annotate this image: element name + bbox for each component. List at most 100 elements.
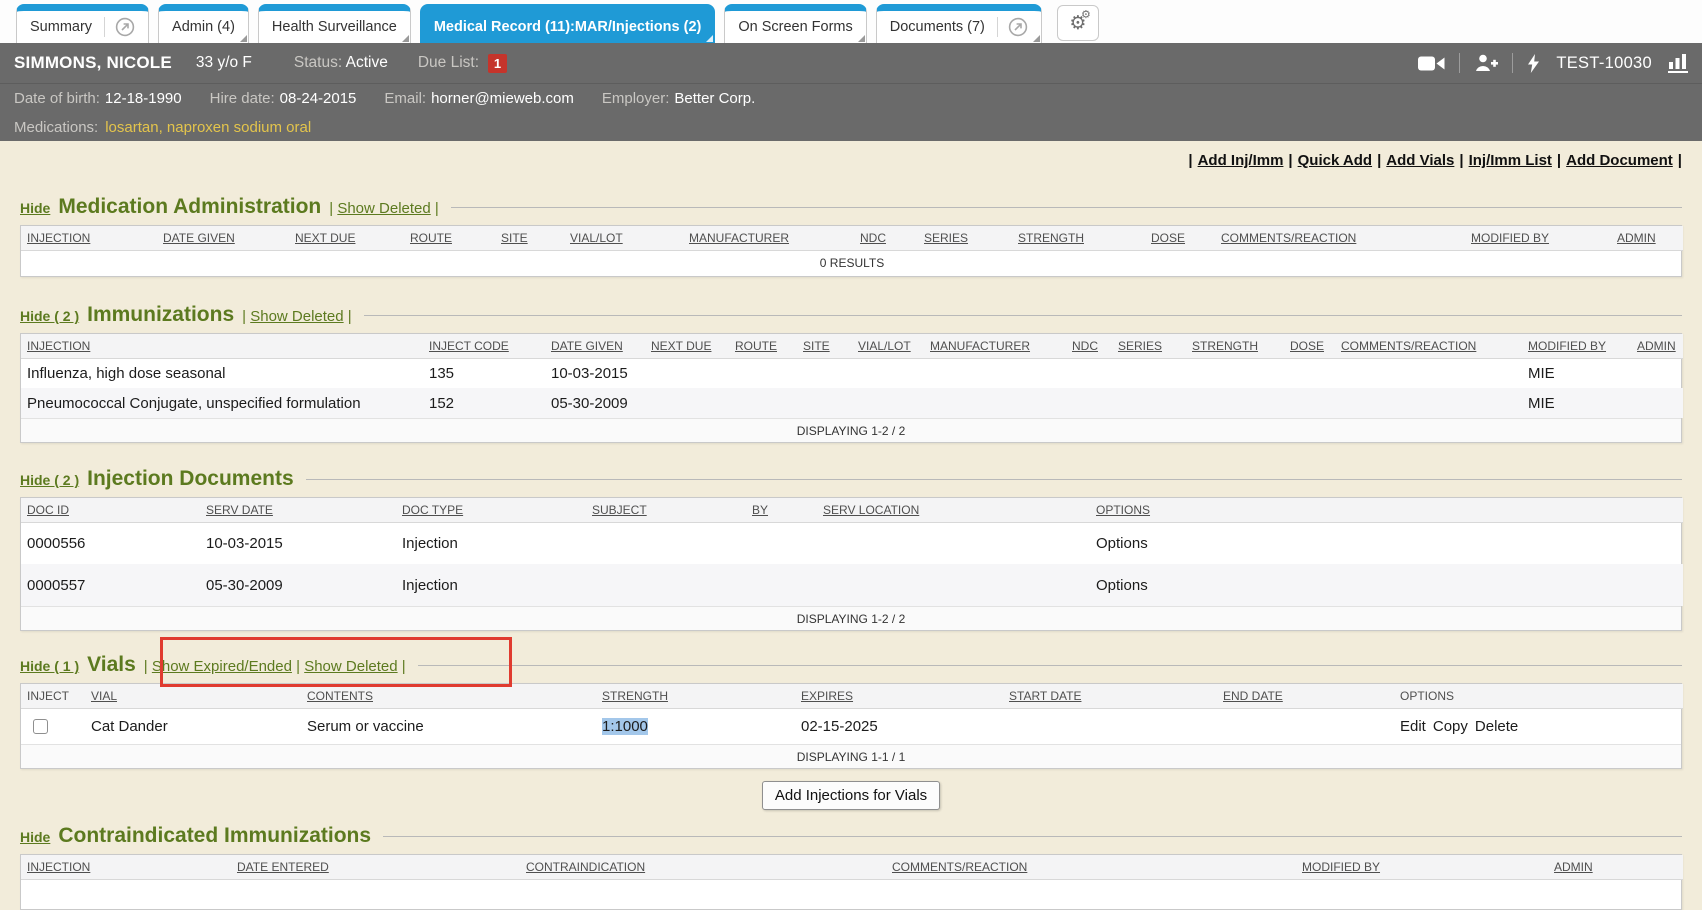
table-row	[21, 879, 1683, 909]
show-deleted-link[interactable]: Show Deleted	[304, 658, 397, 675]
vials-table-panel: INJECT VIAL CONTENTS STRENGTH EXPIRES ST…	[20, 683, 1682, 769]
column-header[interactable]: SERIES	[1112, 334, 1186, 358]
column-header[interactable]: STRENGTH	[1186, 334, 1284, 358]
column-header[interactable]: STRENGTH	[1012, 226, 1145, 250]
column-header[interactable]: MANUFACTURER	[924, 334, 1066, 358]
column-header[interactable]: EXPIRES	[795, 684, 1003, 708]
column-header[interactable]: VIAL	[85, 684, 301, 708]
hide-link[interactable]: Hide ( 2 )	[20, 308, 79, 324]
show-deleted-link[interactable]: Show Deleted	[337, 200, 430, 217]
separator: |	[402, 658, 406, 675]
column-header[interactable]: SERV DATE	[200, 498, 396, 522]
tab-menu-fold-icon[interactable]	[706, 35, 713, 42]
column-header[interactable]: INJECTION	[21, 334, 423, 358]
column-header[interactable]: ADMIN	[1611, 226, 1683, 250]
tab-medical-record[interactable]: Medical Record (11):MAR/Injections (2)	[420, 4, 716, 43]
due-list-count-badge[interactable]: 1	[488, 54, 507, 73]
column-header[interactable]: MODIFIED BY	[1296, 855, 1548, 879]
column-header[interactable]: ROUTE	[729, 334, 797, 358]
column-header[interactable]: VIAL/LOT	[852, 334, 924, 358]
tab-divider	[104, 17, 105, 37]
column-header[interactable]: NDC	[1066, 334, 1112, 358]
column-header[interactable]: CONTENTS	[301, 684, 596, 708]
column-header[interactable]: ADMIN	[1631, 334, 1683, 358]
column-header[interactable]: CONTRAINDICATION	[520, 855, 886, 879]
show-expired-ended-link[interactable]: Show Expired/Ended	[152, 658, 292, 675]
lightning-icon[interactable]	[1527, 54, 1540, 73]
delete-link[interactable]: Delete	[1475, 718, 1518, 735]
video-camera-icon[interactable]	[1418, 55, 1445, 72]
column-header[interactable]: END DATE	[1217, 684, 1394, 708]
column-header[interactable]: NDC	[854, 226, 918, 250]
options-menu[interactable]: Options	[1090, 522, 1683, 564]
section-title: Vials	[87, 653, 136, 677]
column-header[interactable]: INJECT CODE	[423, 334, 545, 358]
tab-menu-fold-icon[interactable]	[858, 35, 865, 42]
tab-summary[interactable]: Summary	[16, 4, 149, 43]
column-header[interactable]: INJECTION	[21, 226, 157, 250]
column-header[interactable]: VIAL/LOT	[564, 226, 683, 250]
column-header[interactable]: COMMENTS/REACTION	[1335, 334, 1522, 358]
column-header[interactable]: COMMENTS/REACTION	[886, 855, 1296, 879]
doc-id-cell[interactable]: 0000556	[21, 522, 200, 564]
open-record-icon[interactable]	[115, 17, 135, 37]
column-header[interactable]: SITE	[495, 226, 564, 250]
column-header[interactable]: ADMIN	[1548, 855, 1683, 879]
bar-chart-icon[interactable]	[1668, 54, 1688, 73]
column-header[interactable]: STRENGTH	[596, 684, 795, 708]
separator: |	[1288, 152, 1292, 169]
column-header[interactable]: DOC ID	[21, 498, 200, 522]
column-header[interactable]: MANUFACTURER	[683, 226, 854, 250]
column-header[interactable]: DOSE	[1284, 334, 1335, 358]
hide-link[interactable]: Hide ( 2 )	[20, 472, 79, 488]
hide-link[interactable]: Hide	[20, 829, 50, 845]
hide-link[interactable]: Hide	[20, 200, 50, 216]
column-header[interactable]: DATE ENTERED	[231, 855, 520, 879]
tab-documents[interactable]: Documents (7)	[876, 4, 1042, 43]
show-deleted-link[interactable]: Show Deleted	[250, 308, 343, 325]
column-header[interactable]: DATE GIVEN	[545, 334, 645, 358]
quick-links-bar: |Add Inj/Imm|Quick Add|Add Vials|Inj/Imm…	[0, 152, 1684, 169]
column-header[interactable]: DATE GIVEN	[157, 226, 289, 250]
separator: |	[1188, 152, 1192, 169]
column-header[interactable]: DOC TYPE	[396, 498, 586, 522]
tab-on-screen-forms[interactable]: On Screen Forms	[724, 4, 866, 43]
copy-link[interactable]: Copy	[1433, 718, 1468, 735]
column-header[interactable]: NEXT DUE	[289, 226, 404, 250]
medications-value[interactable]: losartan, naproxen sodium oral	[105, 119, 311, 136]
column-header[interactable]: DOSE	[1145, 226, 1215, 250]
column-header[interactable]: INJECTION	[21, 855, 231, 879]
tab-menu-fold-icon[interactable]	[402, 35, 409, 42]
options-menu[interactable]: Options	[1090, 564, 1683, 606]
column-header[interactable]: SUBJECT	[586, 498, 746, 522]
column-header[interactable]: MODIFIED BY	[1465, 226, 1611, 250]
inj-imm-list-link[interactable]: Inj/Imm List	[1469, 152, 1552, 169]
column-header[interactable]: START DATE	[1003, 684, 1217, 708]
column-header[interactable]: SERIES	[918, 226, 1012, 250]
tab-menu-fold-icon[interactable]	[240, 35, 247, 42]
column-header[interactable]: SITE	[797, 334, 852, 358]
open-record-icon[interactable]	[1008, 17, 1028, 37]
column-header[interactable]: BY	[746, 498, 817, 522]
column-header: INJECT	[21, 684, 85, 708]
doc-id-cell[interactable]: 0000557	[21, 564, 200, 606]
column-header[interactable]: NEXT DUE	[645, 334, 729, 358]
quick-add-link[interactable]: Quick Add	[1298, 152, 1372, 169]
settings-button[interactable]: ⚙ ⚙	[1057, 5, 1099, 41]
column-header[interactable]: ROUTE	[404, 226, 495, 250]
vial-select-checkbox[interactable]	[33, 719, 48, 734]
add-document-link[interactable]: Add Document	[1566, 152, 1673, 169]
tab-menu-fold-icon[interactable]	[1033, 35, 1040, 42]
edit-link[interactable]: Edit	[1400, 718, 1426, 735]
tab-health-surveillance[interactable]: Health Surveillance	[258, 4, 411, 43]
column-header[interactable]: OPTIONS	[1090, 498, 1683, 522]
tab-admin[interactable]: Admin (4)	[158, 4, 249, 43]
hide-link[interactable]: Hide ( 1 )	[20, 658, 79, 674]
add-person-icon[interactable]	[1474, 54, 1498, 72]
column-header[interactable]: SERV LOCATION	[817, 498, 1090, 522]
column-header[interactable]: MODIFIED BY	[1522, 334, 1631, 358]
column-header[interactable]: COMMENTS/REACTION	[1215, 226, 1465, 250]
add-inj-imm-link[interactable]: Add Inj/Imm	[1198, 152, 1284, 169]
add-vials-link[interactable]: Add Vials	[1386, 152, 1454, 169]
add-injections-for-vials-button[interactable]: Add Injections for Vials	[762, 781, 940, 810]
